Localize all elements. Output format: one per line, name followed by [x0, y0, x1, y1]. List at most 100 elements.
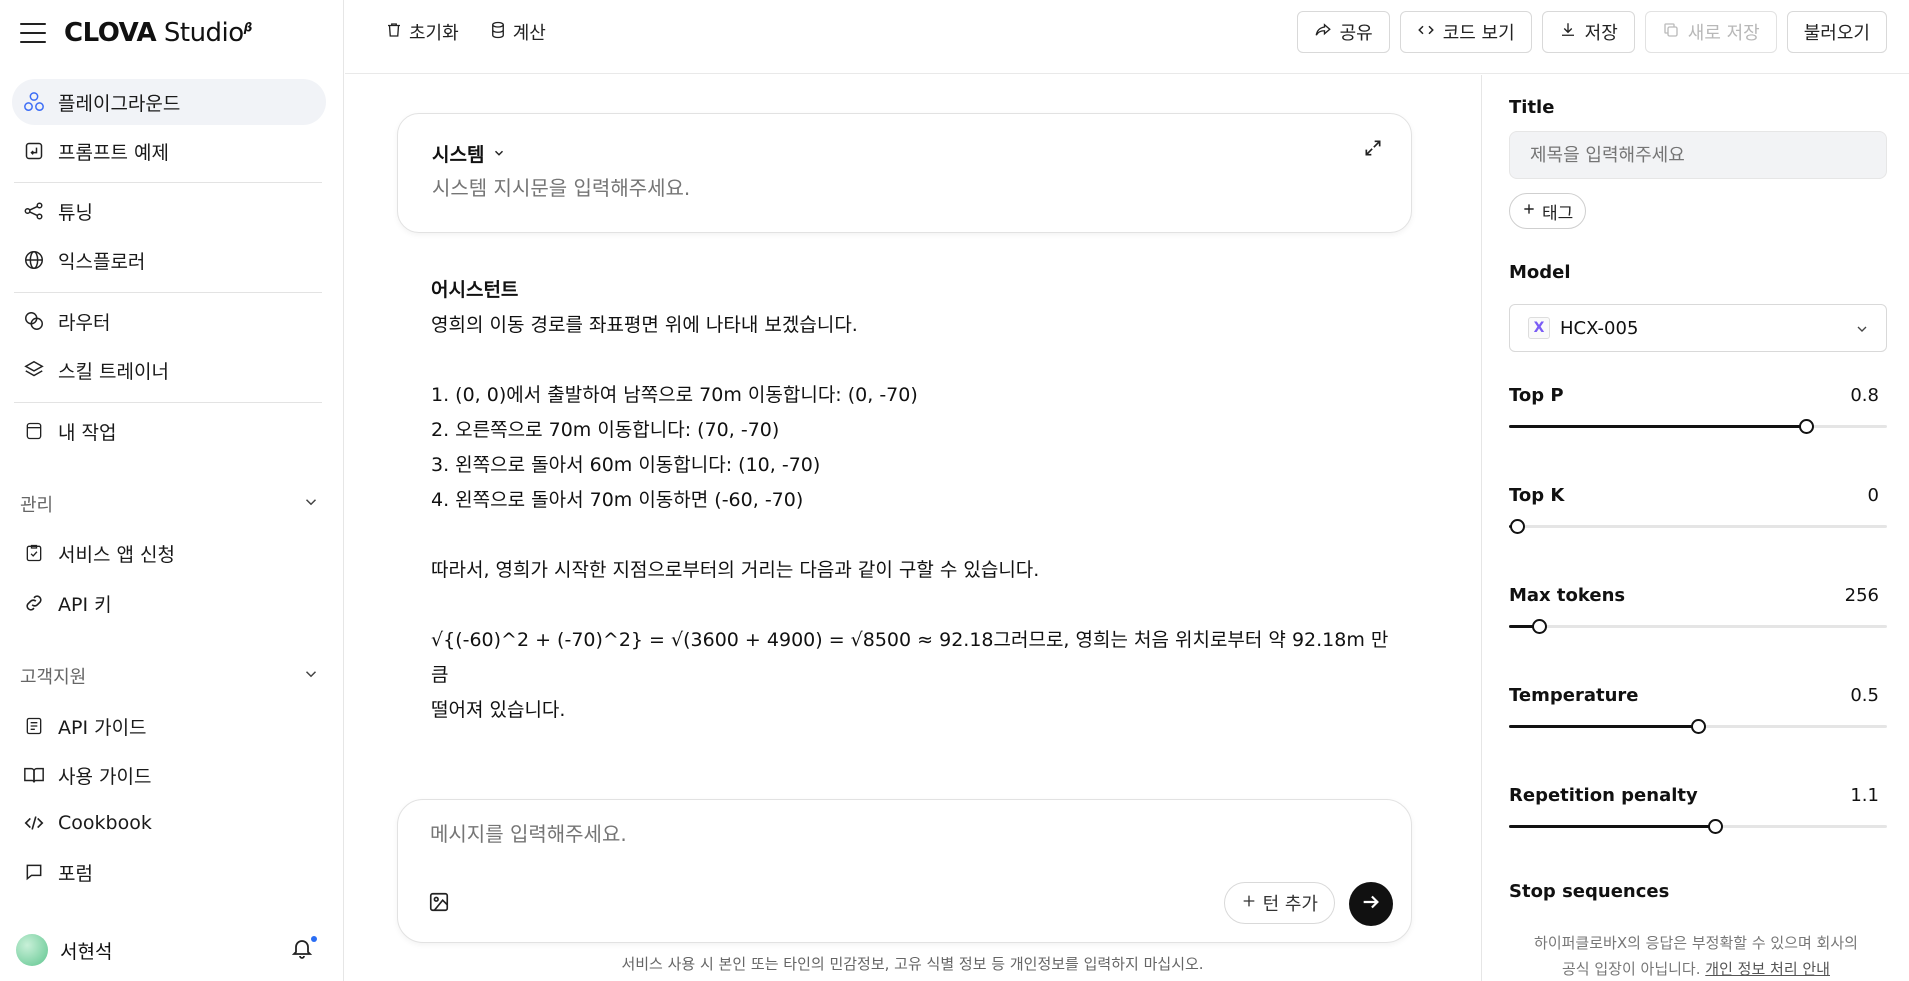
sidebar-item-api-key[interactable]: API 키: [12, 580, 326, 626]
slider-thumb[interactable]: [1691, 719, 1706, 734]
chevron-down-icon: [302, 493, 320, 516]
sidebar-item-label: 포럼: [58, 862, 93, 885]
menu-icon[interactable]: [20, 23, 46, 43]
composer: 턴 추가: [397, 799, 1412, 943]
assistant-step: 3. 왼쪽으로 돌아서 60m 이동합니다: (10, -70): [431, 454, 821, 476]
plus-icon: [1241, 893, 1257, 914]
repetition-penalty-slider[interactable]: [1509, 819, 1887, 834]
sidebar-item-skill-trainer[interactable]: 스킬 트레이너: [12, 347, 326, 393]
router-icon: [22, 309, 46, 333]
divider: [14, 402, 322, 403]
add-tag-button[interactable]: 태그: [1509, 193, 1587, 229]
copy-icon: [1662, 21, 1680, 44]
assistant-step: 2. 오른쪽으로 70m 이동합니다: (70, -70): [431, 419, 780, 441]
top-p-slider[interactable]: [1509, 419, 1887, 434]
sidebar-item-user-guide[interactable]: 사용 가이드: [12, 752, 326, 798]
notification-dot: [311, 936, 317, 942]
add-turn-button[interactable]: 턴 추가: [1223, 882, 1335, 924]
sidebar-item-service-app[interactable]: 서비스 앱 신청: [12, 530, 326, 576]
avatar: [16, 934, 48, 966]
share-button[interactable]: 공유: [1296, 11, 1390, 53]
image-upload-icon[interactable]: [428, 891, 452, 915]
assistant-text: 따라서, 영희가 시작한 지점으로부터의 거리는 다음과 같이 구할 수 있습니…: [431, 559, 1040, 581]
sidebar-item-tuning[interactable]: 튜닝: [12, 188, 326, 234]
user-profile[interactable]: 서현석: [16, 930, 326, 970]
sidebar-item-cookbook[interactable]: Cookbook: [12, 800, 326, 846]
logo[interactable]: CLOVA Studioβ: [64, 18, 252, 48]
title-label: Title: [1509, 97, 1555, 118]
sidebar-item-label: API 가이드: [58, 716, 147, 739]
section-support[interactable]: 고객지원: [20, 661, 320, 691]
divider: [14, 182, 322, 183]
system-prompt-input[interactable]: [432, 176, 1332, 200]
save-button[interactable]: 저장: [1541, 11, 1635, 53]
chevron-down-icon: [492, 143, 506, 165]
view-code-button[interactable]: 코드 보기: [1399, 11, 1532, 53]
assistant-text: 영희의 이동 경로를 좌표평면 위에 나타내 보겠습니다.: [431, 314, 858, 336]
globe-icon: [22, 248, 46, 272]
sidebar-item-label: 프롬프트 예제: [58, 141, 169, 164]
sidebar-item-label: 스킬 트레이너: [58, 360, 169, 383]
max-tokens-slider[interactable]: [1509, 619, 1887, 634]
param-name: Max tokens: [1509, 585, 1626, 606]
save-new-label: 새로 저장: [1687, 23, 1760, 44]
model-label: Model: [1509, 262, 1571, 283]
slider-thumb[interactable]: [1799, 419, 1815, 434]
calculate-button[interactable]: 계산: [489, 18, 546, 46]
sidebar-item-forum[interactable]: 포럼: [12, 849, 326, 895]
save-new-button[interactable]: 새로 저장: [1644, 11, 1777, 53]
trash-icon: [385, 21, 403, 44]
message-input[interactable]: [430, 822, 1330, 846]
link-icon: [22, 591, 46, 615]
chat-area: 시스템 어시스턴트 영희의 이동 경로를 좌표평면 위에 나타내 보겠습니다. …: [345, 75, 1480, 981]
divider: [14, 292, 322, 293]
section-manage[interactable]: 관리: [20, 489, 320, 519]
param-name: Repetition penalty: [1509, 785, 1698, 806]
plus-icon: [1522, 201, 1536, 221]
send-button[interactable]: [1349, 882, 1393, 926]
slider-thumb[interactable]: [1532, 619, 1548, 634]
slider-fill: [1509, 425, 1807, 428]
sidebar-item-explorer[interactable]: 익스플로러: [12, 237, 326, 283]
temperature-slider[interactable]: [1509, 719, 1887, 734]
footer-text: 공식 입장이 아닙니다.: [1561, 960, 1701, 978]
slider-thumb[interactable]: [1509, 519, 1525, 534]
reset-label: 초기화: [409, 23, 459, 44]
app-root: CLOVA Studioβ 플레이그라운드 프롬프트 예제 튜닝 익스플로러 라…: [0, 0, 1909, 981]
system-role-dropdown[interactable]: 시스템: [432, 140, 506, 167]
assistant-role-label: 어시스턴트: [431, 279, 519, 301]
param-max-tokens: Max tokens 256: [1509, 585, 1887, 647]
reset-button[interactable]: 초기화: [385, 18, 459, 46]
sidebar-item-label: 서비스 앱 신청: [58, 543, 175, 566]
user-name: 서현석: [60, 940, 113, 963]
sidebar-item-label: 사용 가이드: [58, 765, 152, 788]
slider-fill: [1509, 725, 1698, 728]
sidebar-item-prompt-examples[interactable]: 프롬프트 예제: [12, 128, 326, 174]
top-k-slider[interactable]: [1509, 519, 1887, 534]
privacy-disclaimer: 서비스 사용 시 본인 또는 타인의 민감정보, 고유 식별 정보 등 개인정보…: [621, 955, 1204, 973]
clipboard-check-icon: [22, 541, 46, 565]
title-input[interactable]: [1509, 131, 1887, 179]
system-card: 시스템: [397, 113, 1412, 233]
slider-thumb[interactable]: [1708, 819, 1723, 834]
sidebar-item-playground[interactable]: 플레이그라운드: [12, 79, 326, 125]
stop-sequences-label: Stop sequences: [1509, 881, 1670, 902]
param-temperature: Temperature 0.5: [1509, 685, 1887, 747]
code-icon: [1417, 21, 1435, 44]
sidebar-item-label: API 키: [58, 593, 112, 616]
prompt-icon: [22, 139, 46, 163]
sidebar-item-label: Cookbook: [58, 812, 152, 834]
chat-icon: [22, 860, 46, 884]
privacy-link[interactable]: 개인 정보 처리 안내: [1705, 960, 1830, 978]
sidebar-item-api-guide[interactable]: API 가이드: [12, 703, 326, 749]
expand-icon[interactable]: [1363, 138, 1385, 160]
bell-icon[interactable]: [290, 936, 317, 962]
layers-icon: [22, 358, 46, 382]
sidebar-item-router[interactable]: 라우터: [12, 298, 326, 344]
load-button[interactable]: 불러오기: [1786, 11, 1887, 53]
share-icon: [1314, 21, 1332, 44]
add-tag-label: 태그: [1542, 203, 1574, 224]
assistant-text: 떨어져 있습니다.: [431, 699, 566, 721]
sidebar-item-label: 내 작업: [58, 421, 117, 444]
sidebar-item-my-work[interactable]: 내 작업: [12, 408, 326, 454]
